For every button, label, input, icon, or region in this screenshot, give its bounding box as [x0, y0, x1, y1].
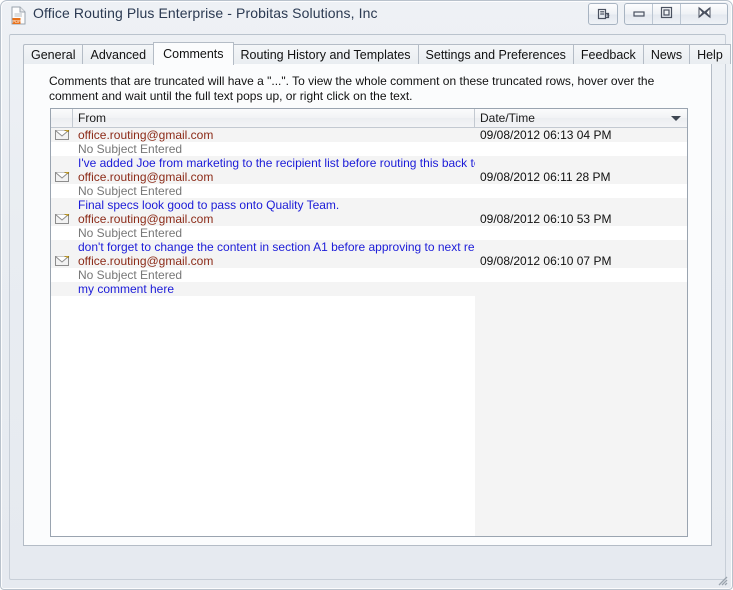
maximize-button[interactable] [653, 4, 681, 24]
envelope-icon [51, 171, 73, 183]
row-comment-line[interactable]: Final specs look good to pass onto Quali… [51, 198, 687, 212]
application-window: PDF Office Routing Plus Enterprise - Pro… [0, 0, 733, 590]
help-text: Comments that are truncated will have a … [49, 74, 655, 103]
close-button[interactable] [681, 4, 727, 24]
resize-grip[interactable] [714, 572, 728, 586]
row-from-email: office.routing@gmail.com [78, 254, 214, 268]
table-row[interactable]: office.routing@gmail.com 09/08/2012 06:1… [51, 254, 687, 296]
row-subject-line[interactable]: No Subject Entered [51, 142, 687, 156]
sort-descending-arrow-icon[interactable] [671, 116, 681, 121]
row-comment[interactable]: my comment here [51, 282, 475, 296]
row-comment-line[interactable]: don't forget to change the content in se… [51, 240, 687, 254]
row-datetime: 09/08/2012 06:10 07 PM [480, 254, 612, 268]
tab-settings-and-preferences[interactable]: Settings and Preferences [417, 44, 573, 64]
row-from-email: office.routing@gmail.com [78, 170, 214, 184]
row-sender-line[interactable]: office.routing@gmail.com 09/08/2012 06:1… [51, 254, 687, 268]
tab-strip: General Advanced Comments Routing Histor… [23, 42, 731, 65]
row-datetime: 09/08/2012 06:10 53 PM [480, 212, 612, 226]
grid-header-from[interactable]: From [73, 109, 475, 127]
window-controls [588, 3, 728, 25]
row-comment[interactable]: don't forget to change the content in se… [51, 240, 475, 254]
tab-comments[interactable]: Comments [153, 42, 234, 65]
row-datetime: 09/08/2012 06:11 28 PM [480, 170, 611, 184]
grid-header-icon-column[interactable] [51, 109, 73, 127]
window-title: Office Routing Plus Enterprise - Probita… [33, 5, 378, 21]
row-sender-line[interactable]: office.routing@gmail.com 09/08/2012 06:1… [51, 212, 687, 226]
row-comment[interactable]: Final specs look good to pass onto Quali… [51, 198, 475, 212]
tab-routing-history-and-templates[interactable]: Routing History and Templates [233, 44, 418, 64]
row-subject: No Subject Entered [78, 142, 183, 156]
row-subject: No Subject Entered [78, 226, 183, 240]
window-button-group [624, 3, 728, 25]
row-subject-line[interactable]: No Subject Entered [51, 268, 687, 282]
row-subject-line[interactable]: No Subject Entered [51, 226, 687, 240]
close-icon [697, 6, 712, 22]
row-sender-line[interactable]: office.routing@gmail.com 09/08/2012 06:1… [51, 170, 687, 184]
row-subject: No Subject Entered [78, 184, 183, 198]
row-comment[interactable]: I've added Joe from marketing to the rec… [51, 156, 475, 170]
grid-body: office.routing@gmail.com 09/08/2012 06:1… [51, 128, 687, 536]
envelope-icon [51, 255, 73, 267]
envelope-icon [51, 213, 73, 225]
tab-advanced[interactable]: Advanced [82, 44, 154, 64]
grid-rows: office.routing@gmail.com 09/08/2012 06:1… [51, 128, 687, 296]
comments-grid[interactable]: From Date/Time office.routing@gmail.com … [50, 108, 688, 537]
maximize-icon [660, 6, 673, 22]
table-row[interactable]: office.routing@gmail.com 09/08/2012 06:1… [51, 170, 687, 212]
row-comment-line[interactable]: my comment here [51, 282, 687, 296]
row-from-email: office.routing@gmail.com [78, 128, 214, 142]
comments-tab-panel: Comments that are truncated will have a … [23, 63, 712, 546]
window-restore-group-icon[interactable] [589, 4, 617, 24]
grid-header-datetime-label: Date/Time [480, 111, 535, 125]
window-restore-group[interactable] [588, 3, 618, 25]
tab-feedback[interactable]: Feedback [572, 44, 643, 64]
row-comment-line[interactable]: I've added Joe from marketing to the rec… [51, 156, 687, 170]
table-row[interactable]: office.routing@gmail.com 09/08/2012 06:1… [51, 212, 687, 254]
minimize-button[interactable] [625, 4, 653, 24]
title-bar: PDF Office Routing Plus Enterprise - Pro… [1, 1, 732, 30]
svg-text:PDF: PDF [12, 19, 21, 24]
tab-help[interactable]: Help [689, 44, 731, 64]
grid-header-row: From Date/Time [51, 109, 687, 128]
minimize-icon [632, 7, 646, 21]
tab-general[interactable]: General [23, 44, 83, 64]
row-datetime: 09/08/2012 06:13 04 PM [480, 128, 612, 142]
tab-news[interactable]: News [642, 44, 690, 64]
table-row[interactable]: office.routing@gmail.com 09/08/2012 06:1… [51, 128, 687, 170]
document-icon: PDF [10, 6, 27, 25]
envelope-icon [51, 129, 73, 141]
grid-header-datetime[interactable]: Date/Time [475, 109, 687, 127]
row-sender-line[interactable]: office.routing@gmail.com 09/08/2012 06:1… [51, 128, 687, 142]
row-subject-line[interactable]: No Subject Entered [51, 184, 687, 198]
row-subject: No Subject Entered [78, 268, 183, 282]
row-from-email: office.routing@gmail.com [78, 212, 214, 226]
